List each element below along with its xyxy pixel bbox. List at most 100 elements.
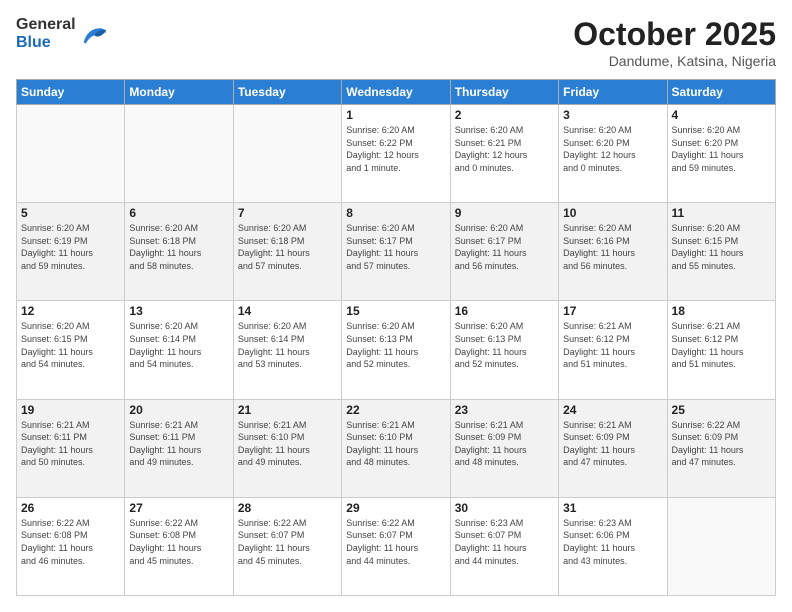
logo-bird-icon: [80, 23, 108, 45]
day-info: Sunrise: 6:22 AMSunset: 6:07 PMDaylight:…: [346, 517, 445, 567]
table-row: 23 Sunrise: 6:21 AMSunset: 6:09 PMDayligh…: [450, 399, 558, 497]
day-info: Sunrise: 6:20 AMSunset: 6:17 PMDaylight:…: [455, 222, 554, 272]
table-row: [233, 105, 341, 203]
day-info: Sunrise: 6:22 AMSunset: 6:08 PMDaylight:…: [21, 517, 120, 567]
day-info: Sunrise: 6:20 AMSunset: 6:19 PMDaylight:…: [21, 222, 120, 272]
table-row: 14 Sunrise: 6:20 AMSunset: 6:14 PMDayligh…: [233, 301, 341, 399]
logo-general: General: [16, 16, 76, 34]
day-number: 27: [129, 501, 228, 515]
page: General Blue October 2025 Dandume, Katsi…: [0, 0, 792, 612]
day-info: Sunrise: 6:20 AMSunset: 6:18 PMDaylight:…: [129, 222, 228, 272]
table-row: 22 Sunrise: 6:21 AMSunset: 6:10 PMDayligh…: [342, 399, 450, 497]
header-tuesday: Tuesday: [233, 80, 341, 105]
day-info: Sunrise: 6:23 AMSunset: 6:06 PMDaylight:…: [563, 517, 662, 567]
day-number: 6: [129, 206, 228, 220]
day-number: 31: [563, 501, 662, 515]
table-row: 17 Sunrise: 6:21 AMSunset: 6:12 PMDayligh…: [559, 301, 667, 399]
day-number: 9: [455, 206, 554, 220]
calendar-week-row: 1Sunrise: 6:20 AMSunset: 6:22 PMDaylight…: [17, 105, 776, 203]
day-number: 25: [672, 403, 771, 417]
day-number: 15: [346, 304, 445, 318]
day-number: 5: [21, 206, 120, 220]
table-row: 26Sunrise: 6:22 AMSunset: 6:08 PMDayligh…: [17, 497, 125, 595]
day-number: 14: [238, 304, 337, 318]
day-info: Sunrise: 6:20 AMSunset: 6:22 PMDaylight:…: [346, 124, 445, 174]
table-row: 9 Sunrise: 6:20 AMSunset: 6:17 PMDaylight…: [450, 203, 558, 301]
day-number: 17: [563, 304, 662, 318]
table-row: 24 Sunrise: 6:21 AMSunset: 6:09 PMDayligh…: [559, 399, 667, 497]
day-number: 28: [238, 501, 337, 515]
day-info: Sunrise: 6:21 AMSunset: 6:12 PMDaylight:…: [563, 320, 662, 370]
calendar-week-row: 12Sunrise: 6:20 AMSunset: 6:15 PMDayligh…: [17, 301, 776, 399]
day-number: 10: [563, 206, 662, 220]
day-number: 2: [455, 108, 554, 122]
day-number: 22: [346, 403, 445, 417]
table-row: 4Sunrise: 6:20 AMSunset: 6:20 PMDaylight…: [667, 105, 775, 203]
table-row: 18Sunrise: 6:21 AMSunset: 6:12 PMDayligh…: [667, 301, 775, 399]
table-row: 25 Sunrise: 6:22 AMSunset: 6:09 PMDayligh…: [667, 399, 775, 497]
table-row: 5 Sunrise: 6:20 AMSunset: 6:19 PMDaylight…: [17, 203, 125, 301]
day-number: 30: [455, 501, 554, 515]
table-row: 13Sunrise: 6:20 AMSunset: 6:14 PMDayligh…: [125, 301, 233, 399]
month-title: October 2025: [573, 16, 776, 53]
table-row: 2Sunrise: 6:20 AMSunset: 6:21 PMDaylight…: [450, 105, 558, 203]
table-row: 10 Sunrise: 6:20 AMSunset: 6:16 PMDayligh…: [559, 203, 667, 301]
day-info: Sunrise: 6:20 AMSunset: 6:20 PMDaylight:…: [672, 124, 771, 174]
day-info: Sunrise: 6:21 AMSunset: 6:11 PMDaylight:…: [21, 419, 120, 469]
day-info: Sunrise: 6:23 AMSunset: 6:07 PMDaylight:…: [455, 517, 554, 567]
table-row: 29Sunrise: 6:22 AMSunset: 6:07 PMDayligh…: [342, 497, 450, 595]
day-number: 11: [672, 206, 771, 220]
day-number: 3: [563, 108, 662, 122]
day-info: Sunrise: 6:22 AMSunset: 6:09 PMDaylight:…: [672, 419, 771, 469]
table-row: 21 Sunrise: 6:21 AMSunset: 6:10 PMDayligh…: [233, 399, 341, 497]
day-number: 19: [21, 403, 120, 417]
table-row: 11 Sunrise: 6:20 AMSunset: 6:15 PMDayligh…: [667, 203, 775, 301]
header: General Blue October 2025 Dandume, Katsi…: [16, 16, 776, 69]
calendar-table: Sunday Monday Tuesday Wednesday Thursday…: [16, 79, 776, 596]
header-saturday: Saturday: [667, 80, 775, 105]
table-row: 6 Sunrise: 6:20 AMSunset: 6:18 PMDaylight…: [125, 203, 233, 301]
table-row: 15 Sunrise: 6:20 AMSunset: 6:13 PMDayligh…: [342, 301, 450, 399]
header-wednesday: Wednesday: [342, 80, 450, 105]
table-row: 31 Sunrise: 6:23 AMSunset: 6:06 PMDayligh…: [559, 497, 667, 595]
table-row: 19 Sunrise: 6:21 AMSunset: 6:11 PMDayligh…: [17, 399, 125, 497]
day-info: Sunrise: 6:21 AMSunset: 6:09 PMDaylight:…: [563, 419, 662, 469]
day-info: Sunrise: 6:21 AMSunset: 6:10 PMDaylight:…: [346, 419, 445, 469]
table-row: 1Sunrise: 6:20 AMSunset: 6:22 PMDaylight…: [342, 105, 450, 203]
day-number: 13: [129, 304, 228, 318]
table-row: 3 Sunrise: 6:20 AMSunset: 6:20 PMDaylight…: [559, 105, 667, 203]
day-number: 23: [455, 403, 554, 417]
header-sunday: Sunday: [17, 80, 125, 105]
table-row: 8Sunrise: 6:20 AMSunset: 6:17 PMDaylight…: [342, 203, 450, 301]
table-row: [125, 105, 233, 203]
calendar-week-row: 5 Sunrise: 6:20 AMSunset: 6:19 PMDaylight…: [17, 203, 776, 301]
day-number: 7: [238, 206, 337, 220]
day-number: 18: [672, 304, 771, 318]
logo: General Blue: [16, 16, 108, 52]
table-row: 27 Sunrise: 6:22 AMSunset: 6:08 PMDayligh…: [125, 497, 233, 595]
day-info: Sunrise: 6:21 AMSunset: 6:09 PMDaylight:…: [455, 419, 554, 469]
day-info: Sunrise: 6:22 AMSunset: 6:07 PMDaylight:…: [238, 517, 337, 567]
day-info: Sunrise: 6:20 AMSunset: 6:16 PMDaylight:…: [563, 222, 662, 272]
day-info: Sunrise: 6:20 AMSunset: 6:13 PMDaylight:…: [346, 320, 445, 370]
calendar-header-row: Sunday Monday Tuesday Wednesday Thursday…: [17, 80, 776, 105]
day-number: 21: [238, 403, 337, 417]
day-number: 24: [563, 403, 662, 417]
day-info: Sunrise: 6:20 AMSunset: 6:14 PMDaylight:…: [238, 320, 337, 370]
day-info: Sunrise: 6:21 AMSunset: 6:10 PMDaylight:…: [238, 419, 337, 469]
logo-blue: Blue: [16, 34, 76, 52]
table-row: 7Sunrise: 6:20 AMSunset: 6:18 PMDaylight…: [233, 203, 341, 301]
header-monday: Monday: [125, 80, 233, 105]
day-number: 16: [455, 304, 554, 318]
day-number: 8: [346, 206, 445, 220]
header-friday: Friday: [559, 80, 667, 105]
day-info: Sunrise: 6:20 AMSunset: 6:20 PMDaylight:…: [563, 124, 662, 174]
day-info: Sunrise: 6:20 AMSunset: 6:15 PMDaylight:…: [21, 320, 120, 370]
table-row: [667, 497, 775, 595]
day-info: Sunrise: 6:22 AMSunset: 6:08 PMDaylight:…: [129, 517, 228, 567]
table-row: 12Sunrise: 6:20 AMSunset: 6:15 PMDayligh…: [17, 301, 125, 399]
table-row: 28 Sunrise: 6:22 AMSunset: 6:07 PMDayligh…: [233, 497, 341, 595]
day-info: Sunrise: 6:20 AMSunset: 6:15 PMDaylight:…: [672, 222, 771, 272]
day-info: Sunrise: 6:21 AMSunset: 6:11 PMDaylight:…: [129, 419, 228, 469]
table-row: 30 Sunrise: 6:23 AMSunset: 6:07 PMDayligh…: [450, 497, 558, 595]
